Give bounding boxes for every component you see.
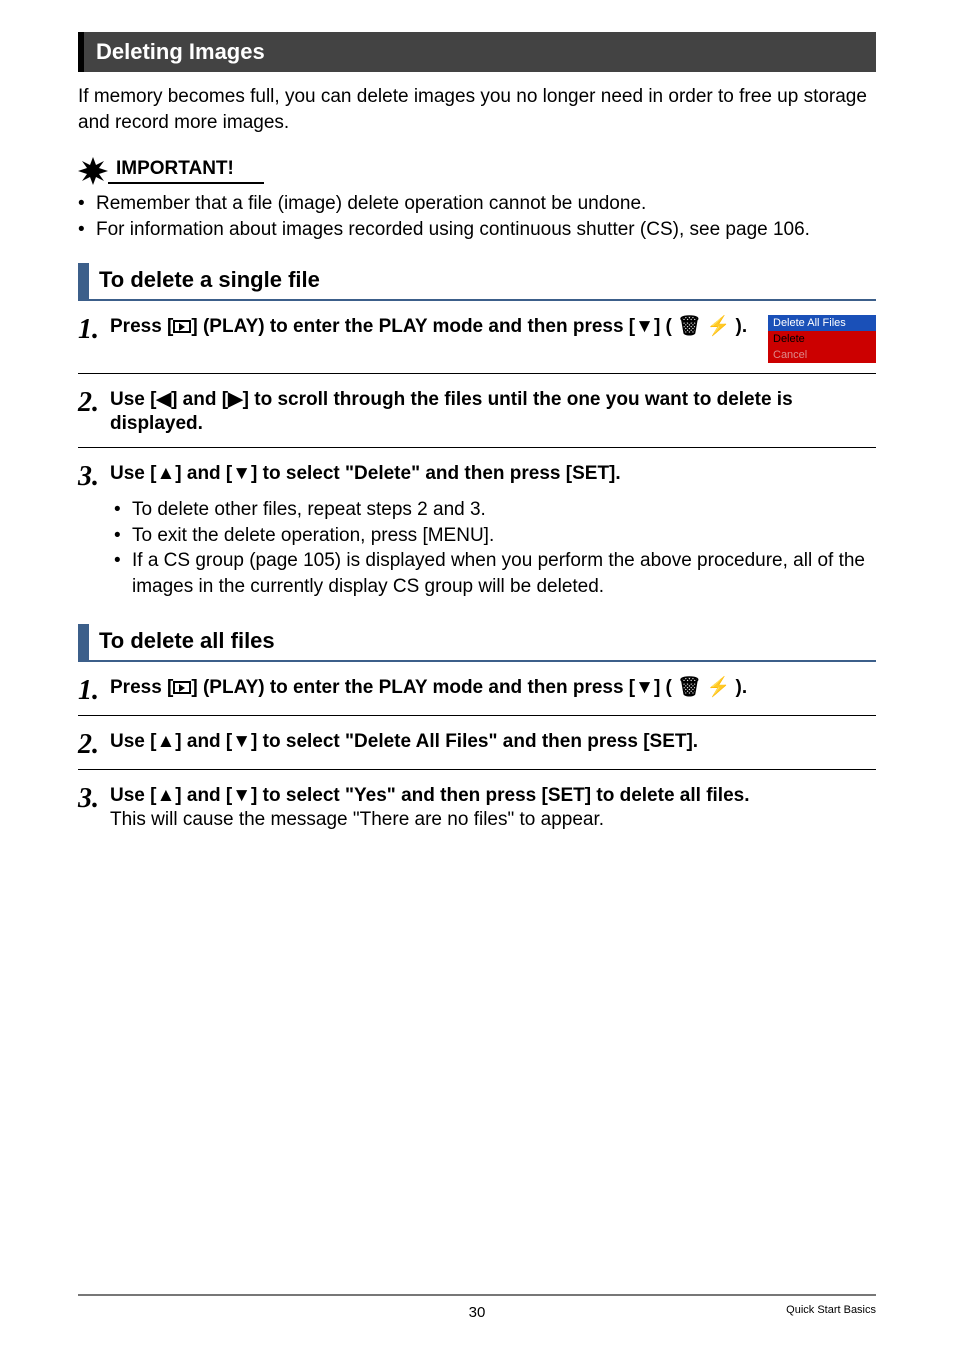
footer-label: Quick Start Basics [786, 1304, 876, 1316]
step-number: 1. [78, 676, 110, 705]
sub-bullet: To exit the delete operation, press [MEN… [132, 523, 494, 549]
sub-bullet: To delete other files, repeat steps 2 an… [132, 497, 486, 523]
subhead-label: To delete a single file [99, 263, 320, 299]
divider [78, 769, 876, 770]
step: 3. Use [▲] and [▼] to select "Delete" an… [78, 462, 876, 600]
step-text: Use [▲] and [▼] to select "Delete" and t… [110, 462, 876, 487]
subheading: To delete all files [78, 624, 876, 662]
step-text: Press [] (PLAY) to enter the PLAY mode a… [110, 315, 760, 340]
step-number: 3. [78, 784, 110, 813]
step-note: This will cause the message "There are n… [110, 809, 604, 830]
important-block: IMPORTANT! [78, 157, 876, 185]
important-label: IMPORTANT! [108, 158, 264, 184]
page-footer: 30 Quick Start Basics [78, 1294, 876, 1321]
subheading: To delete a single file [78, 263, 876, 301]
important-item: For information about images recorded us… [96, 217, 810, 243]
step-number: 2. [78, 388, 110, 417]
burst-icon [78, 157, 108, 185]
thumb-row: Delete All Files [768, 315, 876, 331]
step: 2. Use [▲] and [▼] to select "Delete All… [78, 730, 876, 759]
divider [78, 715, 876, 716]
divider [78, 447, 876, 448]
sub-bullet: If a CS group (page 105) is displayed wh… [132, 548, 876, 599]
step-text: Use [◀] and [▶] to scroll through the fi… [110, 388, 876, 437]
play-icon [173, 320, 191, 333]
delete-menu-thumbnail: Delete All Files Delete Cancel [768, 315, 876, 363]
step-number: 1. [78, 315, 110, 344]
step-subbullets: •To delete other files, repeat steps 2 a… [78, 497, 876, 600]
section-header: Deleting Images [78, 32, 876, 72]
thumb-row: Cancel [768, 347, 876, 363]
step-number: 3. [78, 462, 110, 491]
step-number: 2. [78, 730, 110, 759]
subhead-bar [78, 263, 89, 299]
step-text: Use [▲] and [▼] to select "Delete All Fi… [110, 730, 876, 755]
intro-text: If memory becomes full, you can delete i… [78, 84, 876, 135]
step: 1. Press [] (PLAY) to enter the PLAY mod… [78, 676, 876, 705]
step: 2. Use [◀] and [▶] to scroll through the… [78, 388, 876, 437]
divider [78, 373, 876, 374]
section-title: Deleting Images [96, 39, 265, 64]
thumb-row: Delete [768, 331, 876, 347]
page-number: 30 [78, 1304, 876, 1321]
important-bullets: •Remember that a file (image) delete ope… [78, 191, 876, 242]
subhead-bar [78, 624, 89, 660]
important-item: Remember that a file (image) delete oper… [96, 191, 646, 217]
step: 3. Use [▲] and [▼] to select "Yes" and t… [78, 784, 876, 833]
step: Delete All Files Delete Cancel 1. Press … [78, 315, 876, 363]
step-text: Press [] (PLAY) to enter the PLAY mode a… [110, 676, 876, 701]
play-icon [173, 681, 191, 694]
subhead-label: To delete all files [99, 624, 275, 660]
step-text: Use [▲] and [▼] to select "Yes" and then… [110, 784, 876, 833]
